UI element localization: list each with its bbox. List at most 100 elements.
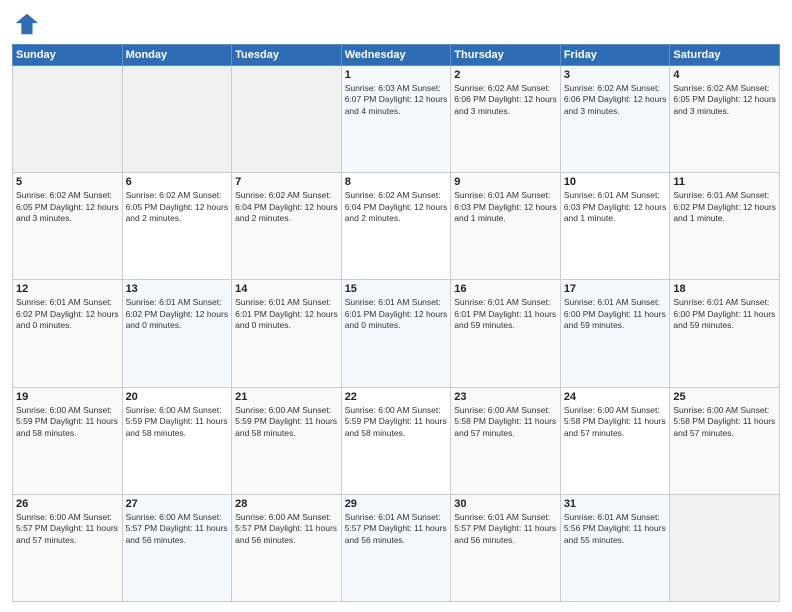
day-cell: 28 Sunrise: 6:00 AM Sunset: 5:57 PM Dayli… (232, 494, 342, 601)
day-info: Sunrise: 6:02 AM Sunset: 6:05 PM Dayligh… (126, 190, 229, 224)
day-number: 7 (235, 176, 338, 188)
header-cell-sunday: Sunday (13, 45, 123, 66)
day-info: Sunrise: 6:01 AM Sunset: 6:03 PM Dayligh… (564, 190, 667, 224)
page: SundayMondayTuesdayWednesdayThursdayFrid… (0, 0, 792, 612)
day-cell: 3 Sunrise: 6:02 AM Sunset: 6:06 PM Daylig… (560, 66, 670, 173)
header-cell-wednesday: Wednesday (341, 45, 451, 66)
day-info: Sunrise: 6:02 AM Sunset: 6:05 PM Dayligh… (673, 83, 776, 117)
day-number: 21 (235, 391, 338, 403)
day-cell: 18Sunrise: 6:01 AM Sunset: 6:00 PM Dayli… (670, 280, 780, 387)
day-info: Sunrise: 6:00 AM Sunset: 5:58 PM Dayligh… (454, 405, 557, 439)
day-cell: 1 Sunrise: 6:03 AM Sunset: 6:07 PM Daylig… (341, 66, 451, 173)
day-number: 16 (454, 283, 557, 295)
day-info: Sunrise: 6:01 AM Sunset: 6:03 PM Dayligh… (454, 190, 557, 224)
day-number: 23 (454, 391, 557, 403)
day-info: Sunrise: 6:00 AM Sunset: 5:57 PM Dayligh… (16, 512, 119, 546)
day-info: Sunrise: 6:03 AM Sunset: 6:07 PM Dayligh… (345, 83, 448, 117)
day-cell (232, 66, 342, 173)
day-cell: 22Sunrise: 6:00 AM Sunset: 5:59 PM Dayli… (341, 387, 451, 494)
day-info: Sunrise: 6:00 AM Sunset: 5:57 PM Dayligh… (235, 512, 338, 546)
calendar-body: 1 Sunrise: 6:03 AM Sunset: 6:07 PM Daylig… (13, 66, 780, 602)
day-number: 18 (673, 283, 776, 295)
week-row-5: 26 Sunrise: 6:00 AM Sunset: 5:57 PM Dayli… (13, 494, 780, 601)
day-info: Sunrise: 6:02 AM Sunset: 6:06 PM Dayligh… (564, 83, 667, 117)
day-number: 6 (126, 176, 229, 188)
day-number: 26 (16, 498, 119, 510)
day-cell: 8Sunrise: 6:02 AM Sunset: 6:04 PM Daylig… (341, 173, 451, 280)
day-number: 11 (673, 176, 776, 188)
day-info: Sunrise: 6:01 AM Sunset: 6:02 PM Dayligh… (16, 297, 119, 331)
week-row-1: 1 Sunrise: 6:03 AM Sunset: 6:07 PM Daylig… (13, 66, 780, 173)
day-cell: 13 Sunrise: 6:01 AM Sunset: 6:02 PM Dayli… (122, 280, 232, 387)
day-number: 27 (126, 498, 229, 510)
day-info: Sunrise: 6:01 AM Sunset: 6:01 PM Dayligh… (235, 297, 338, 331)
header (12, 10, 780, 38)
day-cell: 23 Sunrise: 6:00 AM Sunset: 5:58 PM Dayli… (451, 387, 561, 494)
day-cell: 7 Sunrise: 6:02 AM Sunset: 6:04 PM Daylig… (232, 173, 342, 280)
day-number: 4 (673, 69, 776, 81)
logo-icon (12, 10, 40, 38)
day-cell: 4 Sunrise: 6:02 AM Sunset: 6:05 PM Daylig… (670, 66, 780, 173)
day-cell: 16 Sunrise: 6:01 AM Sunset: 6:01 PM Dayli… (451, 280, 561, 387)
day-number: 31 (564, 498, 667, 510)
day-info: Sunrise: 6:02 AM Sunset: 6:05 PM Dayligh… (16, 190, 119, 224)
day-number: 29 (345, 498, 448, 510)
header-row: SundayMondayTuesdayWednesdayThursdayFrid… (13, 45, 780, 66)
day-cell: 27 Sunrise: 6:00 AM Sunset: 5:57 PM Dayli… (122, 494, 232, 601)
day-info: Sunrise: 6:02 AM Sunset: 6:06 PM Dayligh… (454, 83, 557, 117)
day-number: 14 (235, 283, 338, 295)
header-cell-friday: Friday (560, 45, 670, 66)
day-cell: 30 Sunrise: 6:01 AM Sunset: 5:57 PM Dayli… (451, 494, 561, 601)
day-info: Sunrise: 6:00 AM Sunset: 5:59 PM Dayligh… (126, 405, 229, 439)
day-info: Sunrise: 6:00 AM Sunset: 5:59 PM Dayligh… (235, 405, 338, 439)
header-cell-saturday: Saturday (670, 45, 780, 66)
calendar-table: SundayMondayTuesdayWednesdayThursdayFrid… (12, 44, 780, 602)
day-number: 10 (564, 176, 667, 188)
day-info: Sunrise: 6:02 AM Sunset: 6:04 PM Dayligh… (235, 190, 338, 224)
day-cell: 17 Sunrise: 6:01 AM Sunset: 6:00 PM Dayli… (560, 280, 670, 387)
day-info: Sunrise: 6:01 AM Sunset: 6:01 PM Dayligh… (345, 297, 448, 331)
day-number: 9 (454, 176, 557, 188)
day-info: Sunrise: 6:00 AM Sunset: 5:57 PM Dayligh… (126, 512, 229, 546)
day-info: Sunrise: 6:01 AM Sunset: 5:57 PM Dayligh… (345, 512, 448, 546)
day-cell: 15 Sunrise: 6:01 AM Sunset: 6:01 PM Dayli… (341, 280, 451, 387)
day-number: 24 (564, 391, 667, 403)
day-number: 30 (454, 498, 557, 510)
day-number: 20 (126, 391, 229, 403)
day-cell: 21 Sunrise: 6:00 AM Sunset: 5:59 PM Dayli… (232, 387, 342, 494)
day-info: Sunrise: 6:01 AM Sunset: 5:56 PM Dayligh… (564, 512, 667, 546)
day-cell (670, 494, 780, 601)
day-number: 15 (345, 283, 448, 295)
week-row-3: 12 Sunrise: 6:01 AM Sunset: 6:02 PM Dayli… (13, 280, 780, 387)
day-number: 17 (564, 283, 667, 295)
day-number: 13 (126, 283, 229, 295)
day-number: 3 (564, 69, 667, 81)
day-info: Sunrise: 6:01 AM Sunset: 5:57 PM Dayligh… (454, 512, 557, 546)
day-cell: 2Sunrise: 6:02 AM Sunset: 6:06 PM Daylig… (451, 66, 561, 173)
day-info: Sunrise: 6:01 AM Sunset: 6:02 PM Dayligh… (673, 190, 776, 224)
day-info: Sunrise: 6:00 AM Sunset: 5:58 PM Dayligh… (564, 405, 667, 439)
day-info: Sunrise: 6:01 AM Sunset: 6:01 PM Dayligh… (454, 297, 557, 331)
day-cell: 19Sunrise: 6:00 AM Sunset: 5:59 PM Dayli… (13, 387, 123, 494)
day-cell: 11 Sunrise: 6:01 AM Sunset: 6:02 PM Dayli… (670, 173, 780, 280)
day-info: Sunrise: 6:02 AM Sunset: 6:04 PM Dayligh… (345, 190, 448, 224)
day-number: 5 (16, 176, 119, 188)
day-cell: 24 Sunrise: 6:00 AM Sunset: 5:58 PM Dayli… (560, 387, 670, 494)
day-number: 1 (345, 69, 448, 81)
day-cell: 31 Sunrise: 6:01 AM Sunset: 5:56 PM Dayli… (560, 494, 670, 601)
day-number: 25 (673, 391, 776, 403)
day-info: Sunrise: 6:00 AM Sunset: 5:58 PM Dayligh… (673, 405, 776, 439)
day-cell: 14 Sunrise: 6:01 AM Sunset: 6:01 PM Dayli… (232, 280, 342, 387)
day-cell: 5 Sunrise: 6:02 AM Sunset: 6:05 PM Daylig… (13, 173, 123, 280)
day-number: 28 (235, 498, 338, 510)
day-cell: 26 Sunrise: 6:00 AM Sunset: 5:57 PM Dayli… (13, 494, 123, 601)
day-number: 12 (16, 283, 119, 295)
day-cell: 9 Sunrise: 6:01 AM Sunset: 6:03 PM Daylig… (451, 173, 561, 280)
day-info: Sunrise: 6:01 AM Sunset: 6:00 PM Dayligh… (564, 297, 667, 331)
day-info: Sunrise: 6:01 AM Sunset: 6:02 PM Dayligh… (126, 297, 229, 331)
day-cell: 6 Sunrise: 6:02 AM Sunset: 6:05 PM Daylig… (122, 173, 232, 280)
day-info: Sunrise: 6:00 AM Sunset: 5:59 PM Dayligh… (16, 405, 119, 439)
week-row-4: 19Sunrise: 6:00 AM Sunset: 5:59 PM Dayli… (13, 387, 780, 494)
day-cell: 29 Sunrise: 6:01 AM Sunset: 5:57 PM Dayli… (341, 494, 451, 601)
day-cell: 20 Sunrise: 6:00 AM Sunset: 5:59 PM Dayli… (122, 387, 232, 494)
